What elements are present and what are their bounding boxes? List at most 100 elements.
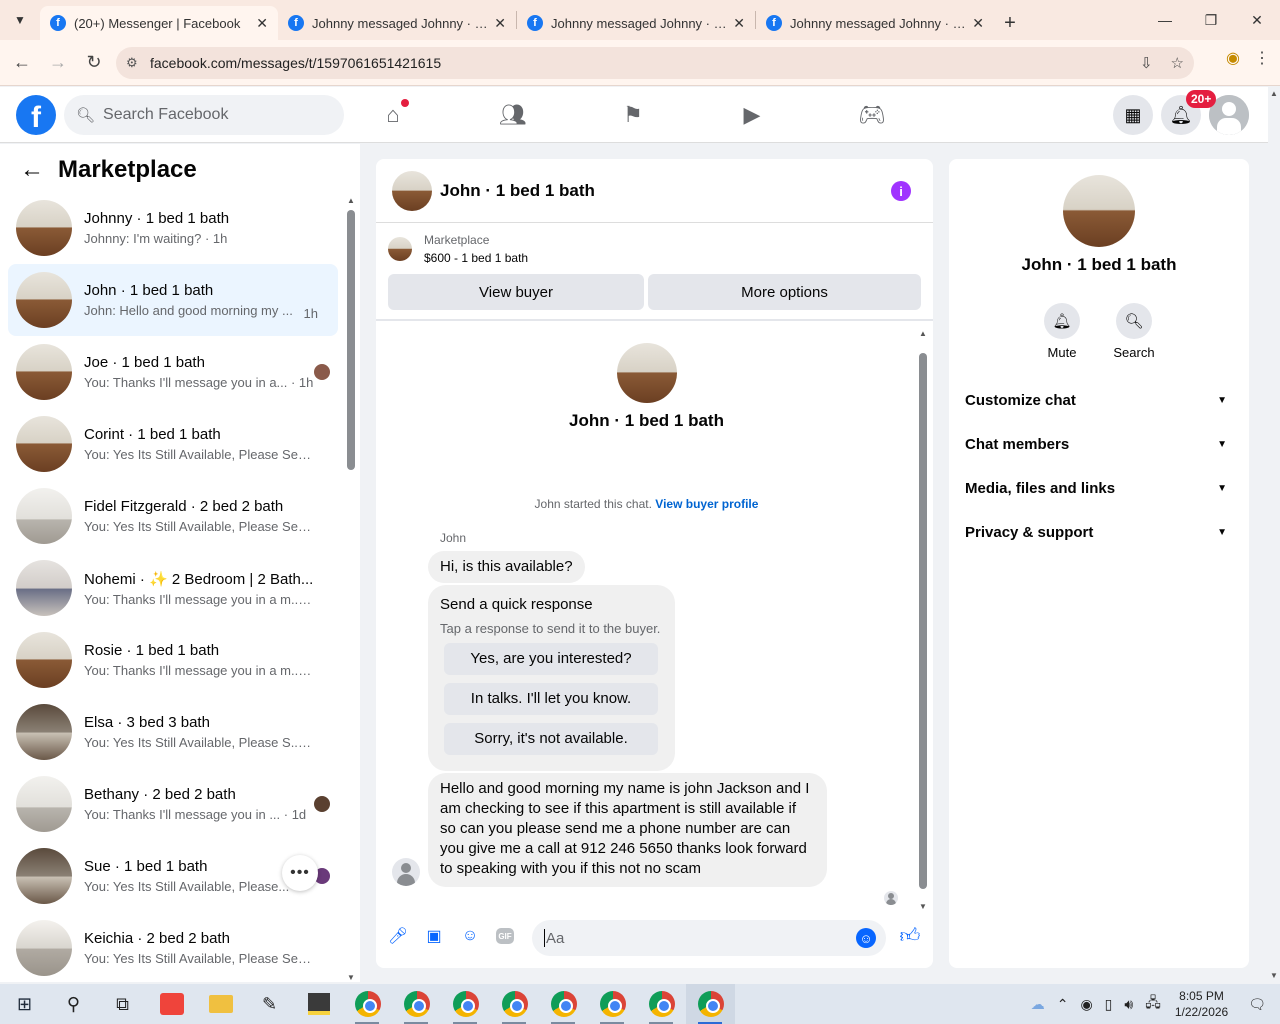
info-icon[interactable]: i	[891, 181, 911, 201]
taskbar-clock[interactable]: 8:05 PM 1/22/2026	[1175, 988, 1228, 1020]
forward-arrow-icon[interactable]: →	[40, 45, 76, 81]
quick-response-option[interactable]: In talks. I'll let you know.	[444, 683, 658, 715]
video-icon[interactable]: ▶	[736, 99, 768, 131]
browser-menu-icon[interactable]: ⋮	[1254, 48, 1270, 68]
photo-icon[interactable]: ▣	[423, 925, 445, 947]
conversation-item[interactable]: John · 1 bed 1 bath John: Hello and good …	[8, 264, 338, 336]
chrome-icon[interactable]	[588, 984, 637, 1024]
quick-response-option[interactable]: Yes, are you interested?	[444, 643, 658, 675]
tab-search-dropdown[interactable]: ▼	[0, 0, 40, 40]
browser-tab-messenger[interactable]: f (20+) Messenger | Facebook ✕	[40, 6, 278, 40]
conversation-item[interactable]: Bethany · 2 bed 2 bath You: Thanks I'll m…	[8, 768, 338, 840]
gif-icon[interactable]: GIF	[496, 928, 514, 944]
scroll-down-icon[interactable]: ▼	[919, 902, 927, 911]
back-arrow-icon[interactable]: ←	[20, 156, 44, 184]
anydesk-icon[interactable]	[147, 984, 196, 1024]
conversation-item[interactable]: Nohemi · ✨ 2 Bedroom | 2 Bath... You: Tha…	[8, 552, 338, 624]
sticky-notes-icon[interactable]	[294, 984, 343, 1024]
chrome-icon[interactable]	[343, 984, 392, 1024]
scroll-up-icon[interactable]: ▲	[347, 196, 355, 205]
conversation-item[interactable]: Joe · 1 bed 1 bath You: Thanks I'll messa…	[8, 336, 338, 408]
home-icon[interactable]: ⌂	[377, 99, 409, 131]
weather-icon[interactable]: ☁	[1031, 996, 1045, 1013]
reload-icon[interactable]: ↻	[76, 45, 112, 81]
close-tab-icon[interactable]: ✕	[256, 15, 268, 32]
menu-grid-icon[interactable]: ▦	[1113, 95, 1153, 135]
scroll-down-icon[interactable]: ▼	[347, 973, 355, 982]
conversation-item[interactable]: Sue · 1 bed 1 bath You: Yes Its Still Ava…	[8, 840, 338, 912]
chat-members-row[interactable]: Chat members ▼	[965, 422, 1235, 466]
scroll-up-icon[interactable]: ▲	[1270, 89, 1278, 98]
install-app-icon[interactable]: ⇩	[1140, 54, 1153, 72]
scroll-up-icon[interactable]: ▲	[919, 329, 927, 338]
privacy-support-row[interactable]: Privacy & support ▼	[965, 510, 1235, 554]
record-icon[interactable]: ◉	[1080, 996, 1092, 1013]
show-hidden-icons-icon[interactable]: ⌃	[1057, 996, 1069, 1013]
pages-flag-icon[interactable]: ⚑	[617, 99, 649, 131]
file-explorer-icon[interactable]	[196, 984, 245, 1024]
gaming-icon[interactable]: 🎮︎	[856, 99, 888, 131]
microphone-icon[interactable]: 🎤︎	[387, 925, 409, 947]
message-scrollbar[interactable]: ▲ ▼	[919, 329, 927, 911]
close-tab-icon[interactable]: ✕	[733, 15, 745, 32]
chrome-icon[interactable]	[686, 984, 735, 1024]
media-files-links-row[interactable]: Media, files and links ▼	[965, 466, 1235, 510]
device-icon[interactable]: ▯	[1105, 996, 1113, 1013]
back-arrow-icon[interactable]: ←	[4, 45, 40, 81]
chrome-icon[interactable]	[539, 984, 588, 1024]
facebook-logo-icon[interactable]: f	[16, 95, 56, 135]
restore-icon[interactable]: ❐	[1188, 0, 1234, 40]
site-info-icon[interactable]: ⚙	[126, 55, 150, 71]
close-tab-icon[interactable]: ✕	[972, 15, 984, 32]
task-view-icon[interactable]: ⧉	[98, 984, 147, 1024]
conversation-item[interactable]: Corint · 1 bed 1 bath You: Yes Its Still …	[8, 408, 338, 480]
scrollbar-thumb[interactable]	[919, 353, 927, 889]
emoji-icon[interactable]: ☺	[856, 928, 876, 948]
view-buyer-button[interactable]: View buyer	[388, 274, 644, 310]
chrome-icon[interactable]	[392, 984, 441, 1024]
more-options-button[interactable]: More options	[648, 274, 921, 310]
chat-avatar[interactable]	[392, 170, 432, 211]
conversation-item[interactable]: Fidel Fitzgerald · 2 bed 2 bath You: Yes …	[8, 480, 338, 552]
browser-tab[interactable]: f Johnny messaged Johnny · 1 bed 1 bath …	[517, 6, 755, 40]
conversation-item[interactable]: Rosie · 1 bed 1 bath You: Thanks I'll mes…	[8, 624, 338, 696]
paint-app-icon[interactable]: ✎	[245, 984, 294, 1024]
url-bar[interactable]: ⚙ facebook.com/messages/t/15970616514216…	[116, 47, 1194, 79]
view-buyer-profile-link[interactable]: View buyer profile	[655, 497, 758, 511]
minimize-icon[interactable]: —	[1142, 0, 1188, 40]
conversation-item[interactable]: Keichia · 2 bed 2 bath You: Yes Its Still…	[8, 912, 338, 984]
notification-center-icon[interactable]: 🗨︎	[1248, 996, 1266, 1013]
browser-tab[interactable]: f Johnny messaged Johnny · 1 bed 1 bath …	[278, 6, 516, 40]
search-icon[interactable]: ⚲	[49, 984, 98, 1024]
new-tab-button[interactable]: +	[994, 6, 1026, 40]
quick-response-option[interactable]: Sorry, it's not available.	[444, 723, 658, 755]
volume-icon[interactable]: 🔊︎	[1124, 996, 1133, 1013]
mute-button[interactable]: 🔔︎ Mute	[1032, 303, 1092, 360]
network-icon[interactable]: 🖧︎	[1145, 992, 1161, 1016]
chrome-icon[interactable]	[490, 984, 539, 1024]
page-scrollbar[interactable]: ▲ ▼	[1268, 87, 1280, 982]
chrome-icon[interactable]	[637, 984, 686, 1024]
profile-icon[interactable]: ◉	[1226, 48, 1240, 68]
started-text: John started this chat.	[534, 497, 652, 511]
scroll-down-icon[interactable]: ▼	[1270, 971, 1278, 980]
close-tab-icon[interactable]: ✕	[494, 15, 506, 32]
thumbs-up-icon[interactable]: 👍︎	[899, 925, 921, 947]
conversation-item[interactable]: Elsa · 3 bed 3 bath You: Yes Its Still Av…	[8, 696, 338, 768]
conversation-item[interactable]: Johnny · 1 bed 1 bath Johnny: I'm waiting…	[8, 192, 338, 264]
browser-tab[interactable]: f Johnny messaged Johnny · 1 bed 1 bath …	[756, 6, 994, 40]
message-input[interactable]: Aa ☺	[532, 920, 886, 956]
scrollbar-thumb[interactable]	[347, 210, 355, 470]
close-window-icon[interactable]: ✕	[1234, 0, 1280, 40]
windows-start-icon[interactable]: ⊞	[0, 984, 49, 1024]
chat-title[interactable]: John · 1 bed 1 bath	[440, 181, 595, 201]
conversation-more-button[interactable]: •••	[282, 855, 318, 891]
bookmark-star-icon[interactable]: ☆	[1171, 54, 1184, 72]
sidebar-scrollbar[interactable]: ▲ ▼	[346, 196, 355, 982]
friends-icon[interactable]: 👥︎	[497, 99, 529, 131]
facebook-search-input[interactable]: 🔍︎ Search Facebook	[64, 95, 344, 135]
sticker-icon[interactable]: ☺	[459, 925, 481, 947]
customize-chat-row[interactable]: Customize chat ▼	[965, 378, 1235, 422]
search-conversation-button[interactable]: 🔍︎ Search	[1104, 303, 1164, 360]
chrome-icon[interactable]	[441, 984, 490, 1024]
